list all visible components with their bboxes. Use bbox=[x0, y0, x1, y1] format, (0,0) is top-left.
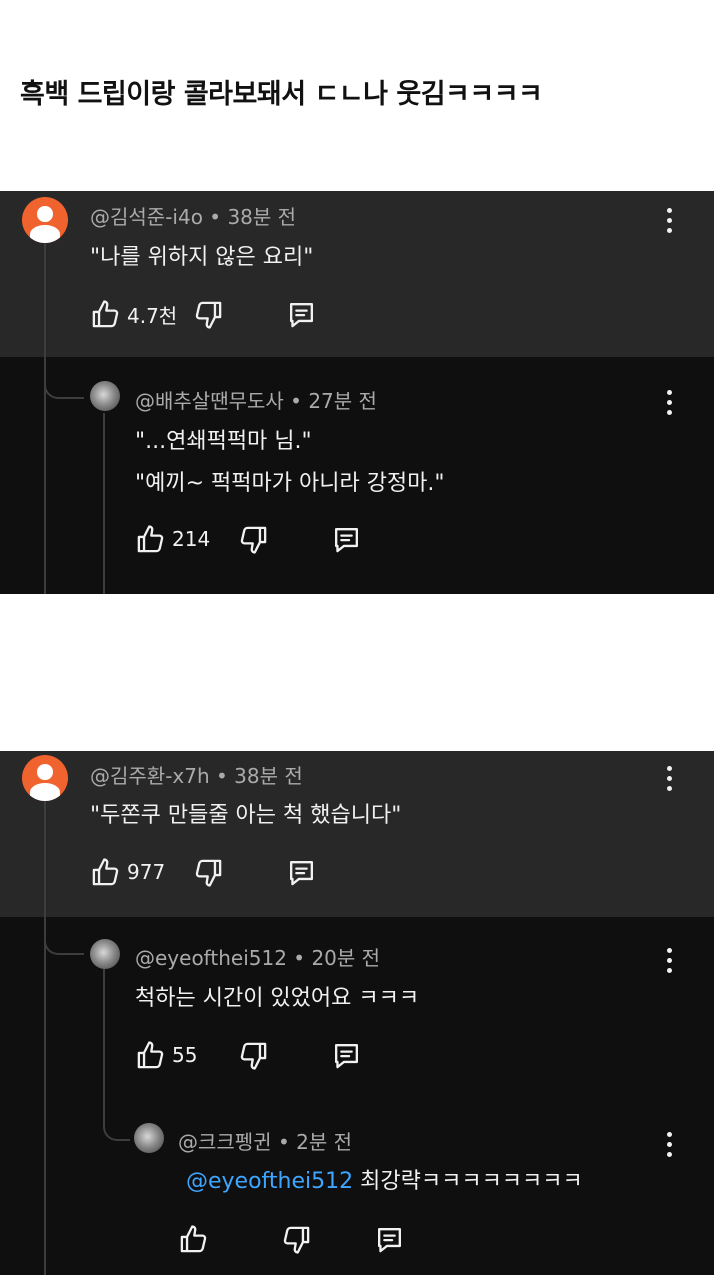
comment-parent: @김주환-x7h • 38분 전 "두쫀쿠 만들줄 아는 척 했습니다" 977 bbox=[0, 751, 714, 917]
user-mention-link[interactable]: @eyeofthei512 bbox=[186, 1169, 353, 1194]
dislike-button[interactable] bbox=[193, 297, 224, 331]
thread-line bbox=[103, 413, 105, 594]
reply-button[interactable] bbox=[331, 1038, 362, 1072]
reply-button[interactable] bbox=[331, 522, 362, 556]
avatar[interactable] bbox=[90, 939, 120, 969]
comment-text: "...연쇄퍽퍽마 님." bbox=[135, 429, 312, 454]
comment-text: "예끼~ 퍽퍽마가 아니라 강정마." bbox=[135, 471, 445, 496]
comment-meta: @김석준-i4o • 38분 전 bbox=[90, 201, 296, 230]
thumbs-down-icon bbox=[238, 1040, 269, 1071]
like-count: 55 bbox=[172, 1043, 198, 1067]
like-count: 977 bbox=[127, 860, 166, 884]
comment-parent: @김석준-i4o • 38분 전 "나를 위하지 않은 요리" 4.7천 bbox=[0, 191, 714, 357]
reply-icon bbox=[331, 524, 362, 555]
comment-text: @eyeofthei512 최강략ㅋㅋㅋㅋㅋㅋㅋㅋ bbox=[186, 1163, 583, 1195]
comment-time: 27분 전 bbox=[308, 389, 377, 413]
like-count: 214 bbox=[172, 527, 211, 551]
thumbs-down-icon bbox=[193, 857, 224, 888]
thread-line bbox=[103, 969, 105, 1117]
comment-screenshot-1: @김석준-i4o • 38분 전 "나를 위하지 않은 요리" 4.7천 @배추… bbox=[0, 191, 714, 594]
more-options-icon[interactable] bbox=[664, 948, 674, 974]
comment-author[interactable]: @김석준-i4o bbox=[90, 205, 203, 229]
dislike-button[interactable] bbox=[281, 1222, 312, 1256]
reply-button[interactable] bbox=[374, 1222, 405, 1256]
reply-icon bbox=[374, 1224, 405, 1255]
comment-screenshot-2: @김주환-x7h • 38분 전 "두쫀쿠 만들줄 아는 척 했습니다" 977… bbox=[0, 751, 714, 1275]
reply-icon bbox=[331, 1040, 362, 1071]
more-options-icon[interactable] bbox=[664, 766, 674, 792]
thumbs-up-icon bbox=[135, 1040, 166, 1071]
comment-actions bbox=[178, 1222, 418, 1256]
thread-line bbox=[44, 799, 46, 917]
like-button[interactable]: 214 bbox=[135, 522, 210, 556]
meta-separator: • bbox=[216, 764, 228, 788]
thumbs-up-icon bbox=[178, 1224, 209, 1255]
comment-text: "나를 위하지 않은 요리" bbox=[90, 245, 314, 270]
like-button[interactable]: 4.7천 bbox=[90, 297, 177, 331]
avatar[interactable] bbox=[22, 755, 68, 801]
comment-author[interactable]: @배추살땐무도사 bbox=[135, 389, 284, 413]
comment-text: "두쫀쿠 만들줄 아는 척 했습니다" bbox=[90, 803, 402, 828]
comment-text: 척하는 시간이 있었어요 ㅋㅋㅋ bbox=[135, 986, 420, 1011]
comment-author[interactable]: @김주환-x7h bbox=[90, 764, 210, 788]
thumbs-down-icon bbox=[281, 1224, 312, 1255]
meta-separator: • bbox=[209, 205, 222, 229]
reply-icon bbox=[286, 857, 317, 888]
thumbs-up-icon bbox=[90, 299, 121, 330]
dislike-button[interactable] bbox=[238, 522, 269, 556]
like-button[interactable]: 55 bbox=[135, 1038, 197, 1072]
comment-meta: @배추살땐무도사 • 27분 전 bbox=[135, 385, 377, 414]
comment-time: 20분 전 bbox=[311, 946, 381, 970]
more-options-icon[interactable] bbox=[664, 390, 674, 416]
post-title: 흑백 드립이랑 콜라보돼서 ㄷㄴ나 웃김ㅋㅋㅋㅋ bbox=[20, 79, 543, 110]
dislike-button[interactable] bbox=[193, 855, 224, 889]
comment-author[interactable]: @크크펭귄 bbox=[178, 1130, 272, 1154]
comment-actions: 977 bbox=[90, 855, 330, 889]
like-button[interactable]: 977 bbox=[90, 855, 165, 889]
avatar[interactable] bbox=[90, 381, 120, 411]
more-options-icon[interactable] bbox=[664, 1132, 674, 1158]
comment-actions: 55 bbox=[135, 1038, 375, 1072]
comment-meta: @김주환-x7h • 38분 전 bbox=[90, 760, 303, 789]
thumbs-up-icon bbox=[90, 857, 121, 888]
dislike-button[interactable] bbox=[238, 1038, 269, 1072]
comment-actions: 214 bbox=[135, 522, 375, 556]
thumbs-up-icon bbox=[135, 524, 166, 555]
meta-separator: • bbox=[293, 946, 306, 970]
meta-separator: • bbox=[277, 1130, 290, 1154]
reply-button[interactable] bbox=[286, 855, 317, 889]
avatar[interactable] bbox=[134, 1123, 164, 1153]
comment-author[interactable]: @eyeofthei512 bbox=[135, 946, 287, 970]
reply-button[interactable] bbox=[286, 297, 317, 331]
comment-meta: @eyeofthei512 • 20분 전 bbox=[135, 942, 380, 971]
thread-connector bbox=[44, 357, 84, 399]
reply-icon bbox=[286, 299, 317, 330]
thumbs-down-icon bbox=[238, 524, 269, 555]
thread-line bbox=[44, 239, 46, 357]
comment-meta: @크크펭귄 • 2분 전 bbox=[178, 1126, 352, 1155]
comment-time: 38분 전 bbox=[234, 764, 303, 788]
thread-connector bbox=[103, 1117, 130, 1141]
like-count: 4.7천 bbox=[127, 303, 178, 328]
more-options-icon[interactable] bbox=[664, 208, 674, 234]
thumbs-down-icon bbox=[193, 299, 224, 330]
comment-time: 38분 전 bbox=[227, 205, 297, 229]
comment-actions: 4.7천 bbox=[90, 297, 330, 331]
thread-connector bbox=[44, 917, 84, 955]
avatar[interactable] bbox=[22, 197, 68, 243]
comment-time: 2분 전 bbox=[296, 1130, 353, 1154]
comment-body: 최강략ㅋㅋㅋㅋㅋㅋㅋㅋ bbox=[360, 1169, 583, 1194]
meta-separator: • bbox=[290, 389, 302, 413]
like-button[interactable] bbox=[178, 1222, 215, 1256]
